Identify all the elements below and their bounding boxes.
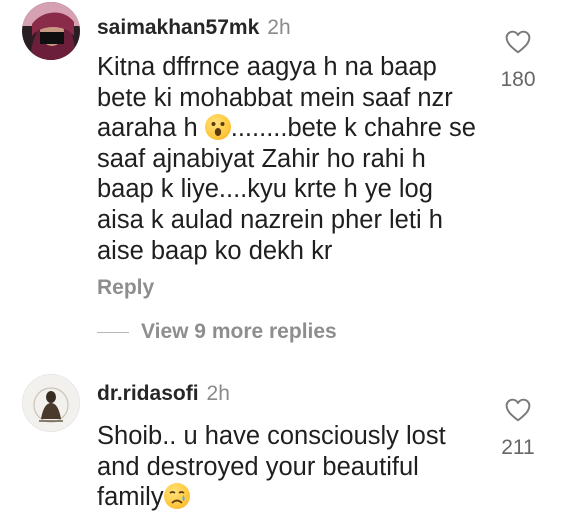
comment-item: saimakhan57mk 2h Kitna dffrnce aagya h na… [0, 0, 570, 343]
comment-time: 2h [206, 382, 230, 405]
profile-photo-icon [23, 375, 79, 431]
heart-icon[interactable] [505, 398, 531, 422]
comment-line: family [97, 482, 477, 513]
divider-line [97, 331, 129, 333]
like-count: 211 [501, 436, 535, 459]
comment-author[interactable]: saimakhan57mk [97, 16, 259, 39]
comment-text: Kitna dffrnce aagya h na baap bete ki mo… [97, 52, 477, 266]
comment-line: and destroyed your beautiful [97, 452, 419, 481]
crying-face-icon [163, 483, 190, 510]
like-control: 211 [488, 398, 548, 460]
comment-line: saaf ajnabiyat Zahir ho rahi h [97, 144, 426, 173]
like-count: 180 [500, 68, 536, 91]
comment-line: baap k liye....kyu krte h ye log [97, 175, 433, 204]
surprised-face-icon [204, 114, 231, 141]
reply-button[interactable]: Reply [97, 276, 154, 300]
comment-line: aisa k aulad nazrein pher leti h [97, 205, 443, 234]
comment-line: aaraha h ........bete k chahre se [97, 113, 477, 144]
comment-line: Shoib.. u have consciously lost [97, 422, 446, 450]
heart-icon[interactable] [505, 30, 531, 54]
avatar[interactable] [22, 374, 80, 432]
comment-line-part: family [97, 483, 164, 512]
profile-photo-icon [22, 2, 80, 60]
comment-line: aise baap ko dekh kr [97, 236, 333, 265]
comment-author[interactable]: dr.ridasofi [97, 382, 199, 405]
like-control: 180 [488, 30, 548, 92]
comment-line: Kitna dffrnce aagya h na baap [97, 53, 437, 81]
comment-line-part: ........bete k chahre se [230, 114, 476, 143]
comment-time: 2h [267, 16, 291, 39]
comment-line-part: aaraha h [97, 114, 205, 143]
comment-item: dr.ridasofi 2h Shoib.. u have consciously… [0, 362, 570, 524]
comment-header: saimakhan57mk 2h [97, 16, 291, 40]
view-replies-button[interactable]: View 9 more replies [97, 320, 337, 344]
comment-line: bete ki mohabbat mein saaf nzr [97, 83, 453, 112]
comment-text: Shoib.. u have consciously lost and dest… [97, 421, 477, 513]
comment-header: dr.ridasofi 2h [97, 382, 230, 406]
avatar[interactable] [22, 2, 80, 60]
view-replies-label: View 9 more replies [141, 320, 337, 343]
